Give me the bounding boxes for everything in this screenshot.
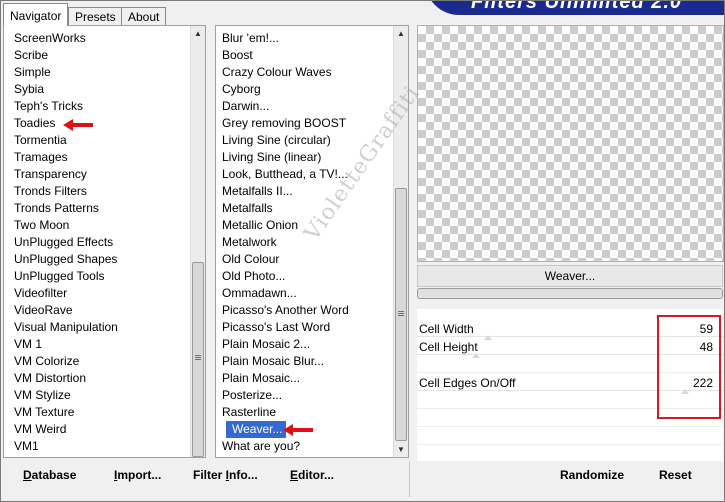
category-item[interactable]: Transparency <box>4 166 184 183</box>
param-value: 222 <box>692 376 713 390</box>
preview-image <box>418 48 723 260</box>
filter-item[interactable]: Old Photo... <box>216 268 396 285</box>
category-item-toadies[interactable]: Toadies <box>4 115 184 132</box>
category-item[interactable]: Simple <box>4 64 184 81</box>
category-list[interactable]: ScreenWorks Scribe Simple Sybia Teph's T… <box>4 30 184 455</box>
filter-scrollbar[interactable]: ▲ ▼ <box>393 26 408 457</box>
filter-item[interactable]: Boost <box>216 47 396 64</box>
category-item[interactable]: VM Texture <box>4 404 184 421</box>
filter-item[interactable]: Cyborg <box>216 81 396 98</box>
category-item[interactable]: VM1 <box>4 438 184 455</box>
param-label: Cell Width <box>419 322 474 336</box>
database-button[interactable]: Database <box>23 468 76 488</box>
filter-list[interactable]: Blur 'em!... Boost Crazy Colour Waves Cy… <box>216 30 396 455</box>
scroll-thumb[interactable] <box>395 188 407 441</box>
filter-item[interactable]: Ommadawn... <box>216 285 396 302</box>
filter-item[interactable]: Grey removing BOOST <box>216 115 396 132</box>
category-item[interactable]: ScreenWorks <box>4 30 184 47</box>
filters-unlimited-dialog: Filters Unlimited 2.0 Navigator Presets … <box>0 0 725 502</box>
reset-button[interactable]: Reset <box>659 468 692 488</box>
param-value: 48 <box>699 340 713 354</box>
filter-item[interactable]: Plain Mosaic... <box>216 370 396 387</box>
param-empty-row <box>417 409 723 427</box>
tab-presets[interactable]: Presets <box>68 7 123 25</box>
param-label: Cell Edges On/Off <box>419 376 516 390</box>
tab-navigator[interactable]: Navigator <box>3 3 69 26</box>
filter-item[interactable]: Darwin... <box>216 98 396 115</box>
filter-item[interactable]: Look, Butthead, a TV!... <box>216 166 396 183</box>
category-item[interactable]: Visual Manipulation <box>4 319 184 336</box>
tab-about[interactable]: About <box>121 7 167 25</box>
filter-item[interactable]: Picasso's Another Word <box>216 302 396 319</box>
category-item[interactable]: Teph's Tricks <box>4 98 184 115</box>
randomize-button[interactable]: Randomize <box>560 468 624 488</box>
filter-item[interactable]: Metalfalls <box>216 200 396 217</box>
param-cell-height[interactable]: Cell Height 48 <box>417 337 723 358</box>
category-item[interactable]: UnPlugged Shapes <box>4 251 184 268</box>
category-item[interactable]: Videofilter <box>4 285 184 302</box>
filter-item[interactable]: Living Sine (circular) <box>216 132 396 149</box>
filter-item[interactable]: What are you? <box>216 438 396 455</box>
scroll-down-arrow-icon[interactable]: ▼ <box>394 442 408 457</box>
scroll-thumb[interactable] <box>192 262 204 457</box>
category-item[interactable]: VM Distortion <box>4 370 184 387</box>
category-item[interactable]: VM Colorize <box>4 353 184 370</box>
scroll-up-arrow-icon[interactable]: ▲ <box>191 26 205 41</box>
param-cell-edges[interactable]: Cell Edges On/Off 222 <box>417 373 723 394</box>
import-button[interactable]: Import... <box>114 468 161 488</box>
category-item[interactable]: Two Moon <box>4 217 184 234</box>
filter-item[interactable]: Rasterline <box>216 404 396 421</box>
category-scrollbar[interactable]: ▲ <box>190 26 205 457</box>
app-title-banner: Filters Unlimited 2.0 <box>425 1 724 15</box>
parameter-panel: Cell Width 59 Cell Height 48 Cell Edges … <box>417 309 723 461</box>
filter-item[interactable]: Picasso's Last Word <box>216 319 396 336</box>
preview-canvas[interactable] <box>417 25 724 262</box>
filter-info-button[interactable]: Filter Info... <box>193 468 258 488</box>
param-cell-width[interactable]: Cell Width 59 <box>417 319 723 340</box>
filter-item[interactable]: Metalfalls II... <box>216 183 396 200</box>
divider <box>409 461 410 497</box>
category-item[interactable]: Tronds Patterns <box>4 200 184 217</box>
filter-item[interactable]: Metalwork <box>216 234 396 251</box>
filter-item[interactable]: Living Sine (linear) <box>216 149 396 166</box>
param-empty-row <box>417 355 723 373</box>
filter-list-panel[interactable]: Blur 'em!... Boost Crazy Colour Waves Cy… <box>215 25 409 458</box>
category-item[interactable]: Sybia <box>4 81 184 98</box>
filter-item[interactable]: Posterize... <box>216 387 396 404</box>
filter-item[interactable]: Crazy Colour Waves <box>216 64 396 81</box>
category-item[interactable]: VM Weird <box>4 421 184 438</box>
category-item[interactable]: VM Stylize <box>4 387 184 404</box>
filter-item[interactable]: Plain Mosaic Blur... <box>216 353 396 370</box>
category-item[interactable]: UnPlugged Tools <box>4 268 184 285</box>
category-list-panel[interactable]: ScreenWorks Scribe Simple Sybia Teph's T… <box>3 25 206 458</box>
filter-item-weaver-selected[interactable]: Weaver... <box>226 421 287 438</box>
filter-item[interactable]: Old Colour <box>216 251 396 268</box>
param-value: 59 <box>699 322 713 336</box>
category-item[interactable]: UnPlugged Effects <box>4 234 184 251</box>
scroll-up-arrow-icon[interactable]: ▲ <box>394 26 408 41</box>
category-item[interactable]: VideoRave <box>4 302 184 319</box>
annotation-arrow-icon <box>283 424 313 436</box>
filter-item[interactable]: Blur 'em!... <box>216 30 396 47</box>
category-item[interactable]: Tramages <box>4 149 184 166</box>
param-label: Cell Height <box>419 340 478 354</box>
filter-item[interactable]: Plain Mosaic 2... <box>216 336 396 353</box>
param-empty-row <box>417 427 723 445</box>
editor-button[interactable]: Editor... <box>290 468 334 488</box>
annotation-arrow-icon <box>63 119 93 131</box>
filter-item[interactable]: Metallic Onion <box>216 217 396 234</box>
param-empty-row <box>417 391 723 409</box>
category-item[interactable]: Scribe <box>4 47 184 64</box>
progress-bar <box>417 288 723 299</box>
category-item[interactable]: Tronds Filters <box>4 183 184 200</box>
tab-bar: Navigator Presets About <box>3 3 423 26</box>
category-item[interactable]: Tormentia <box>4 132 184 149</box>
category-item[interactable]: VM 1 <box>4 336 184 353</box>
filter-name-label: Weaver... <box>417 265 723 287</box>
